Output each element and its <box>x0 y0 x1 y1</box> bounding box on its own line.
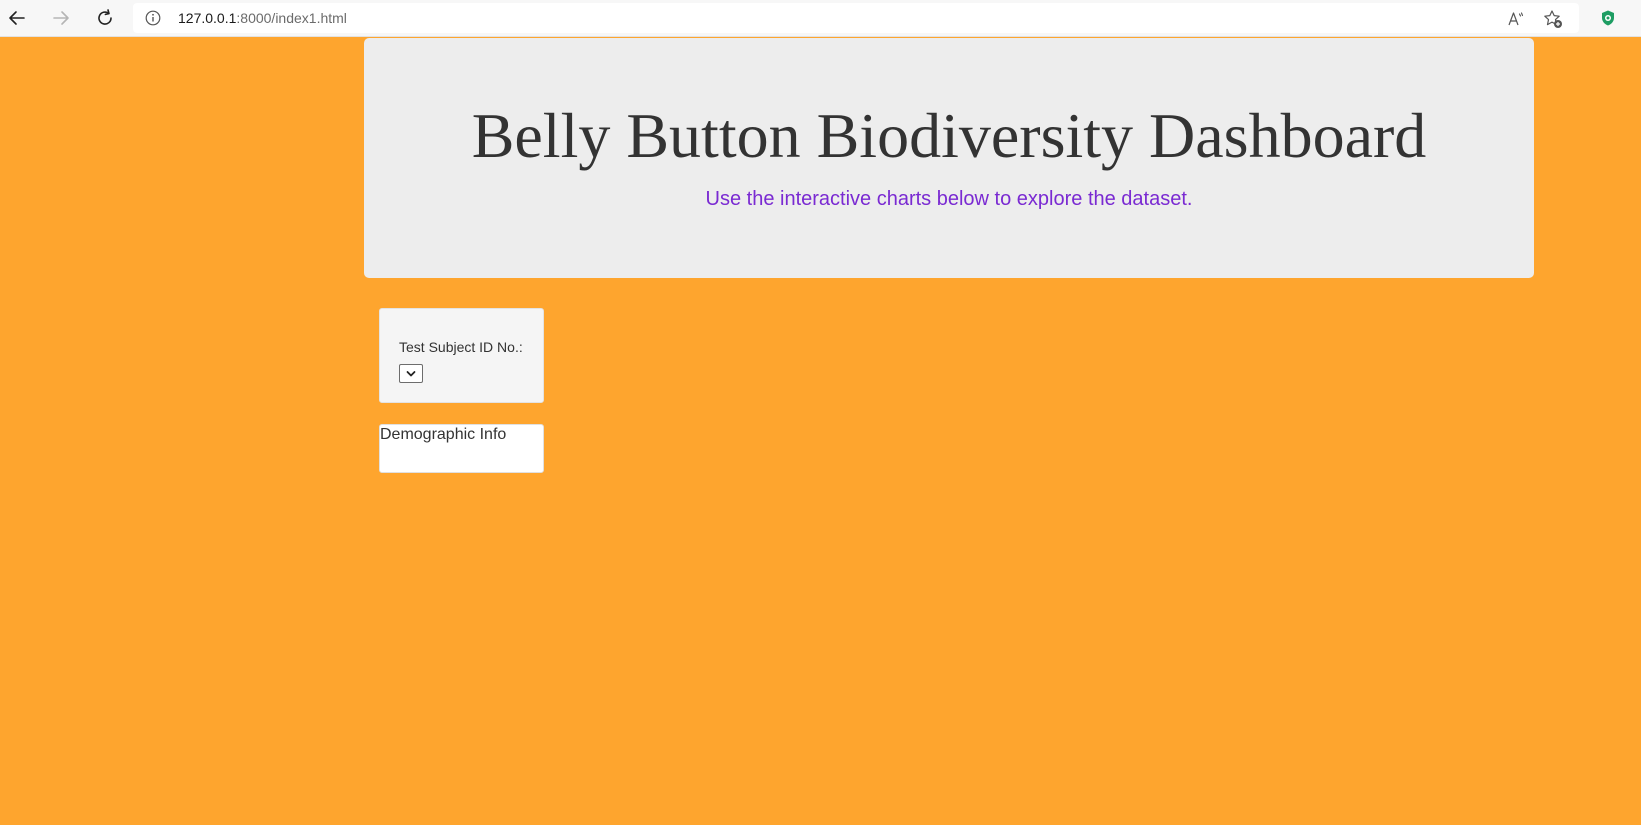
extension-button[interactable] <box>1597 7 1619 29</box>
page-subtitle: Use the interactive charts below to expl… <box>705 188 1193 210</box>
subject-selector-panel: Test Subject ID No.: <box>379 308 544 403</box>
demographic-info-title: Demographic Info <box>380 426 507 443</box>
browser-toolbar: 127.0.0.1:8000/index1.html <box>0 0 1641 37</box>
page-title: Belly Button Biodiversity Dashboard <box>471 100 1427 171</box>
url-text[interactable]: 127.0.0.1:8000/index1.html <box>178 10 347 26</box>
url-path: :8000/index1.html <box>236 10 347 26</box>
subject-id-select[interactable] <box>399 364 423 383</box>
add-favorite-icon <box>1544 10 1562 28</box>
add-favorite-button[interactable] <box>1542 8 1564 30</box>
address-bar[interactable]: 127.0.0.1:8000/index1.html <box>133 3 1579 33</box>
subject-selector-label: Test Subject ID No.: <box>399 339 523 355</box>
forward-button[interactable] <box>47 4 75 32</box>
read-aloud-button[interactable] <box>1505 8 1527 30</box>
info-icon[interactable] <box>145 10 161 26</box>
forward-arrow-icon <box>53 11 69 25</box>
refresh-button[interactable] <box>91 4 119 32</box>
back-arrow-icon <box>9 11 25 25</box>
url-host: 127.0.0.1 <box>178 10 237 26</box>
back-button[interactable] <box>3 4 31 32</box>
refresh-icon <box>98 9 112 25</box>
chevron-down-icon <box>406 370 416 376</box>
read-aloud-icon <box>1508 12 1524 26</box>
header-jumbotron: Belly Button Biodiversity Dashboard Use … <box>364 38 1534 278</box>
shield-extension-icon <box>1602 10 1614 26</box>
demographic-info-panel: Demographic Info <box>379 424 544 473</box>
